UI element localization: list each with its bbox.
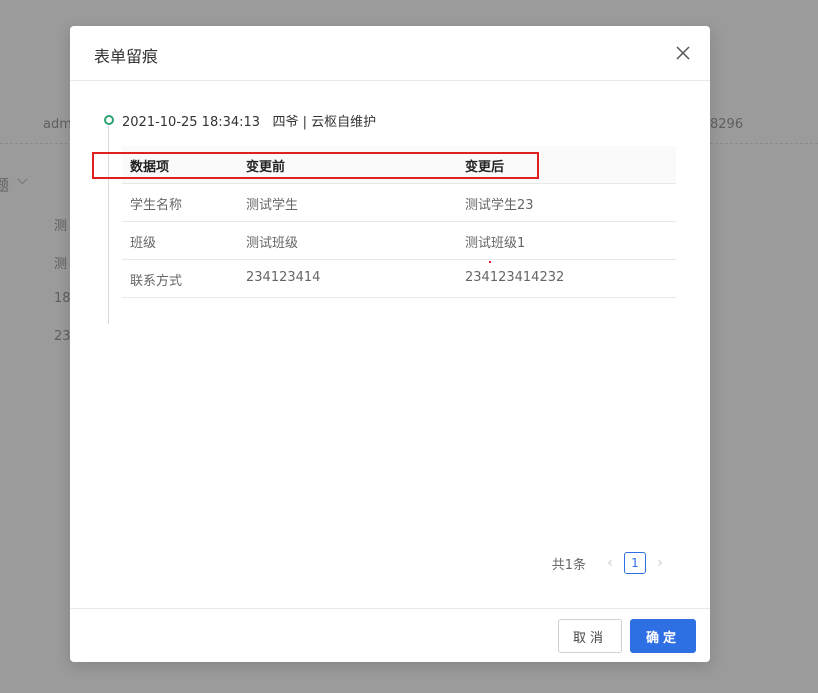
cell-before: 234123414 — [246, 270, 321, 285]
column-header-after: 变更后 — [465, 160, 505, 175]
entry-timestamp: 2021-10-25 18:34:13 — [122, 115, 261, 130]
column-header-field: 数据项 — [130, 160, 170, 175]
column-header-before: 变更前 — [246, 160, 286, 175]
cell-before: 测试学生 — [246, 198, 299, 213]
confirm-button[interactable]: 确定 — [630, 619, 696, 653]
chevron-left-icon[interactable]: ‹ — [600, 555, 620, 571]
table-row: 班级 测试班级 测试班级1 — [122, 222, 676, 260]
table-header-row: 数据项 变更前 变更后 — [122, 146, 676, 184]
cancel-button[interactable]: 取消 — [558, 619, 622, 653]
form-history-modal: 表单留痕 2021-10-25 18:34:13 四爷 | 云枢自维护 数据项 … — [70, 26, 710, 662]
cell-after: 234123414232 — [465, 270, 565, 285]
cell-field: 班级 — [130, 236, 157, 251]
cell-before: 测试班级 — [246, 236, 299, 251]
cell-after: 测试学生23 — [465, 198, 534, 213]
pagination: 共1条 ‹ 1 › — [552, 552, 670, 574]
close-icon[interactable] — [674, 44, 692, 62]
bg-list-item: 23 — [54, 329, 71, 344]
chevron-down-icon: ⌵ — [17, 172, 28, 188]
entry-author: 四爷 | 云枢自维护 — [272, 115, 377, 130]
bg-list-item: 测 — [54, 219, 68, 234]
bg-list-item: 18 — [54, 291, 71, 306]
cell-field: 联系方式 — [130, 274, 183, 289]
timeline-entry-label: 2021-10-25 18:34:13 四爷 | 云枢自维护 — [122, 111, 376, 130]
bg-user-text: adm — [43, 117, 72, 132]
modal-footer: 取消 确定 — [70, 608, 710, 662]
cell-after: 测试班级1 — [465, 236, 526, 251]
timeline-dot — [104, 115, 114, 125]
bg-list-item: 测 — [54, 257, 68, 272]
timeline-line — [108, 126, 109, 324]
annotation-dot — [489, 261, 491, 263]
pagination-total: 共1条 — [551, 557, 586, 573]
change-table: 数据项 变更前 变更后 学生名称 测试学生 测试学生23 班级 测试班级 测试班… — [122, 146, 676, 298]
table-row: 学生名称 测试学生 测试学生23 — [122, 184, 676, 222]
bg-phone-text: 8296 — [710, 117, 744, 132]
modal-header: 表单留痕 — [70, 26, 710, 81]
bg-filter-label: 题 — [0, 176, 10, 194]
chevron-right-icon[interactable]: › — [650, 555, 670, 571]
page-number-1[interactable]: 1 — [624, 552, 646, 574]
table-row: 联系方式 234123414 234123414232 — [122, 260, 676, 298]
modal-title: 表单留痕 — [94, 47, 159, 66]
cell-field: 学生名称 — [130, 198, 183, 213]
